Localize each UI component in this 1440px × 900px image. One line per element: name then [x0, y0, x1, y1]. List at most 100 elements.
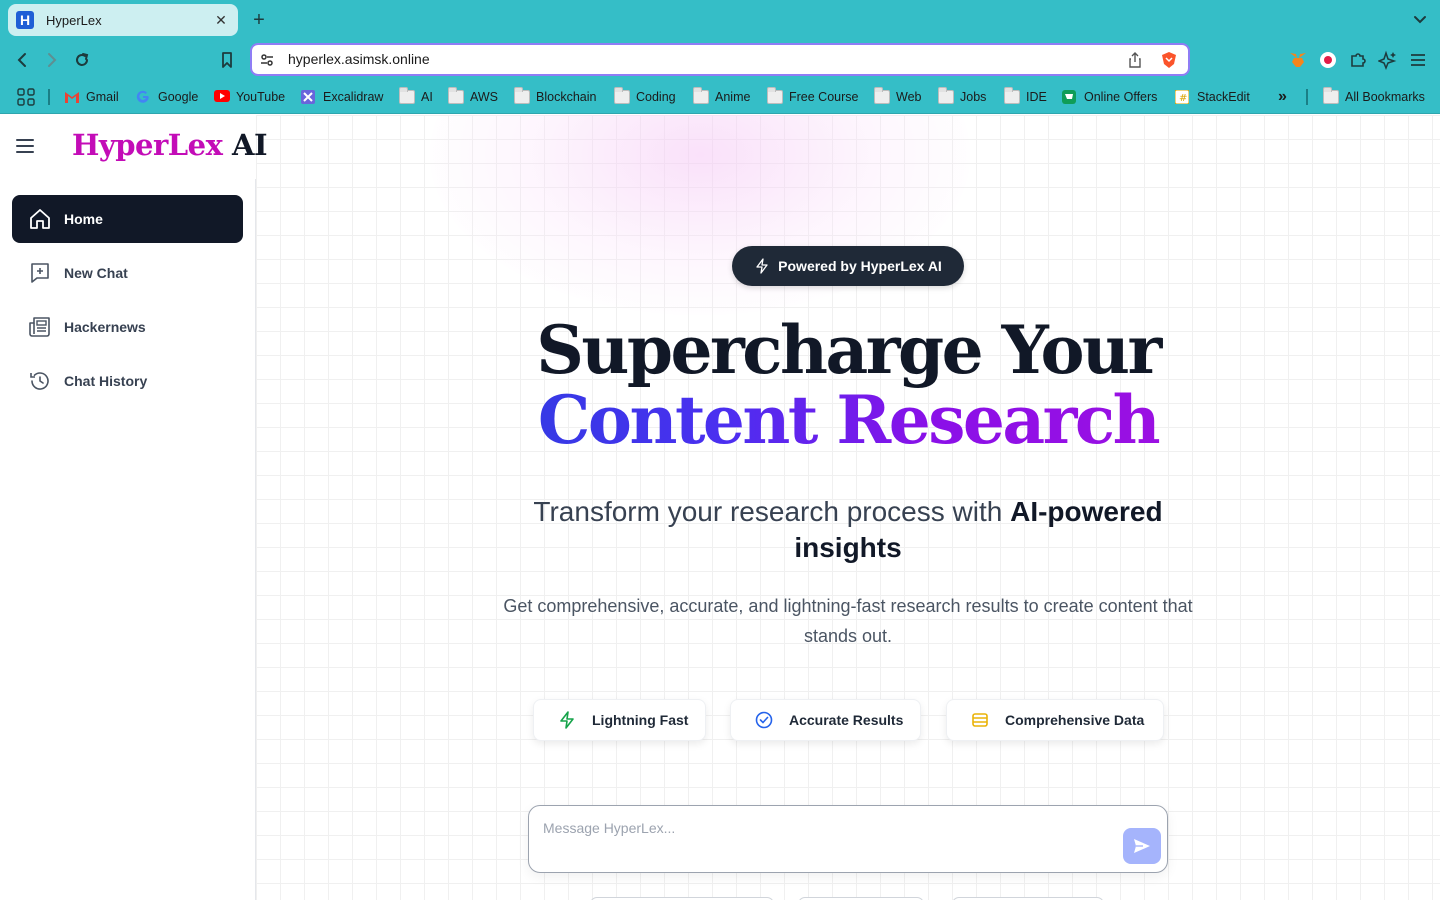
bookmark-label: AWS — [470, 90, 499, 104]
sidebar-item-label: Home — [64, 211, 103, 227]
folder-icon — [767, 87, 783, 104]
bookmark-label: StackEdit — [1197, 90, 1250, 104]
browser-menu-icon[interactable] — [1406, 48, 1430, 72]
feature-comprehensive-data: Comprehensive Data — [946, 699, 1164, 741]
bookmark-folder-free-course[interactable]: Free Course — [767, 87, 859, 106]
headline-line-2: Content Research — [440, 385, 1256, 455]
excalidraw-icon — [301, 90, 317, 104]
svg-text:#: # — [1179, 93, 1187, 104]
url-text: hyperlex.asimsk.online — [288, 51, 430, 67]
bookmark-folder-ide[interactable]: IDE — [1004, 87, 1047, 106]
subheading-text: Transform your research process with — [533, 496, 1011, 527]
sidebar-item-label: Chat History — [64, 373, 148, 389]
bookmark-label: IDE — [1026, 90, 1047, 104]
feature-label: Lightning Fast — [592, 712, 689, 728]
hero-description: Get comprehensive, accurate, and lightni… — [503, 596, 1193, 646]
logo-ai-text: AI — [232, 128, 268, 162]
sidebar-item-home[interactable]: Home — [12, 195, 243, 243]
site-settings-icon[interactable] — [258, 51, 276, 69]
tab-title: HyperLex — [46, 12, 102, 28]
sidebar-item-chat-history[interactable]: Chat History — [12, 357, 243, 405]
bookmark-icon[interactable] — [215, 48, 239, 72]
new-tab-button[interactable]: + — [249, 8, 269, 32]
google-icon — [136, 90, 152, 104]
brave-shield-icon[interactable] — [1160, 51, 1178, 69]
message-input[interactable] — [543, 816, 1103, 840]
feature-accurate-results: Accurate Results — [730, 699, 921, 741]
check-circle-icon — [755, 711, 773, 729]
folder-icon — [1004, 87, 1020, 104]
apps-grid-icon[interactable] — [17, 88, 35, 106]
bookmark-label: Google — [158, 90, 199, 104]
bookmark-google[interactable]: Google — [136, 88, 198, 106]
all-bookmarks-button[interactable]: All Bookmarks — [1323, 87, 1425, 106]
hero-headline: Supercharge Your Content Research — [440, 315, 1256, 455]
bookmarks-divider — [48, 89, 50, 105]
bookmark-folder-jobs[interactable]: Jobs — [938, 87, 987, 106]
share-icon[interactable] — [1126, 51, 1144, 69]
address-bar[interactable]: hyperlex.asimsk.online — [250, 43, 1190, 76]
forward-arrow-icon[interactable] — [40, 48, 64, 72]
bookmark-label: Excalidraw — [323, 90, 384, 104]
bookmarks-divider — [1306, 89, 1308, 105]
tab-list-chevron-icon[interactable] — [1410, 10, 1430, 30]
bookmark-folder-aws[interactable]: AWS — [448, 87, 499, 106]
send-icon — [1134, 839, 1150, 853]
send-button[interactable] — [1123, 828, 1161, 864]
bookmark-folder-anime[interactable]: Anime — [693, 87, 750, 106]
folder-icon — [514, 87, 530, 104]
bookmark-online-offers[interactable]: Online Offers — [1062, 88, 1157, 106]
bookmark-label: YouTube — [236, 90, 286, 104]
leo-ai-sparkle-icon[interactable] — [1376, 48, 1400, 72]
powered-by-badge: Powered by HyperLex AI — [732, 246, 964, 286]
folder-icon — [1323, 87, 1339, 104]
browser-tab[interactable]: H HyperLex ✕ — [8, 4, 238, 36]
bookmark-stackedit[interactable]: # StackEdit — [1174, 88, 1250, 106]
sidebar-item-hackernews[interactable]: Hackernews — [12, 303, 243, 351]
bookmarks-overflow-button[interactable]: » — [1278, 88, 1287, 106]
close-tab-icon[interactable]: ✕ — [212, 12, 230, 29]
app-logo[interactable]: HyperLex AI — [72, 128, 268, 162]
folder-icon — [874, 87, 890, 104]
page-content: HyperLex AI Home New Chat Hackernews Cha… — [0, 115, 1440, 900]
gmail-icon — [64, 90, 80, 104]
bookmark-label: Jobs — [960, 90, 987, 104]
bookmark-label: All Bookmarks — [1345, 90, 1425, 104]
feature-lightning-fast: Lightning Fast — [533, 699, 706, 741]
badge-text: Powered by HyperLex AI — [778, 258, 942, 274]
lightning-icon — [756, 258, 768, 274]
sidebar-item-label: New Chat — [64, 265, 128, 281]
folder-icon — [448, 87, 464, 104]
extensions-puzzle-icon[interactable] — [1346, 48, 1370, 72]
metamask-fox-icon[interactable] — [1286, 48, 1310, 72]
hero-subheading: Transform your research process with AI-… — [500, 494, 1196, 566]
history-icon — [30, 372, 49, 390]
browser-tab-bar: H HyperLex ✕ + — [0, 0, 1440, 40]
bookmark-label: Online Offers — [1084, 90, 1158, 104]
sidebar-item-label: Hackernews — [64, 319, 146, 335]
bookmark-folder-blockchain[interactable]: Blockchain — [514, 87, 596, 106]
bookmark-gmail[interactable]: Gmail — [64, 88, 119, 106]
bookmark-youtube[interactable]: YouTube — [214, 88, 285, 106]
folder-icon — [399, 87, 415, 104]
bookmark-folder-web[interactable]: Web — [874, 87, 921, 106]
bookmark-label: Free Course — [789, 90, 859, 104]
bookmark-excalidraw[interactable]: Excalidraw — [301, 88, 383, 106]
bookmark-folder-coding[interactable]: Coding — [614, 87, 676, 106]
sidebar: Home New Chat Hackernews Chat History — [0, 179, 256, 900]
folder-icon — [693, 87, 709, 104]
folder-icon — [614, 87, 630, 104]
headline-line-1: Supercharge Your — [536, 311, 1162, 389]
record-extension-icon[interactable] — [1316, 48, 1340, 72]
logo-brand-text: HyperLex — [72, 128, 223, 162]
feature-label: Accurate Results — [789, 712, 904, 728]
offers-icon — [1062, 90, 1078, 104]
newspaper-icon — [29, 317, 50, 337]
bookmark-folder-ai[interactable]: AI — [399, 87, 433, 106]
sidebar-item-new-chat[interactable]: New Chat — [12, 249, 243, 297]
youtube-icon — [214, 90, 230, 104]
bookmark-label: Coding — [636, 90, 676, 104]
back-arrow-icon[interactable] — [10, 48, 34, 72]
sidebar-toggle-menu-icon[interactable] — [16, 139, 34, 153]
reload-icon[interactable] — [70, 48, 94, 72]
